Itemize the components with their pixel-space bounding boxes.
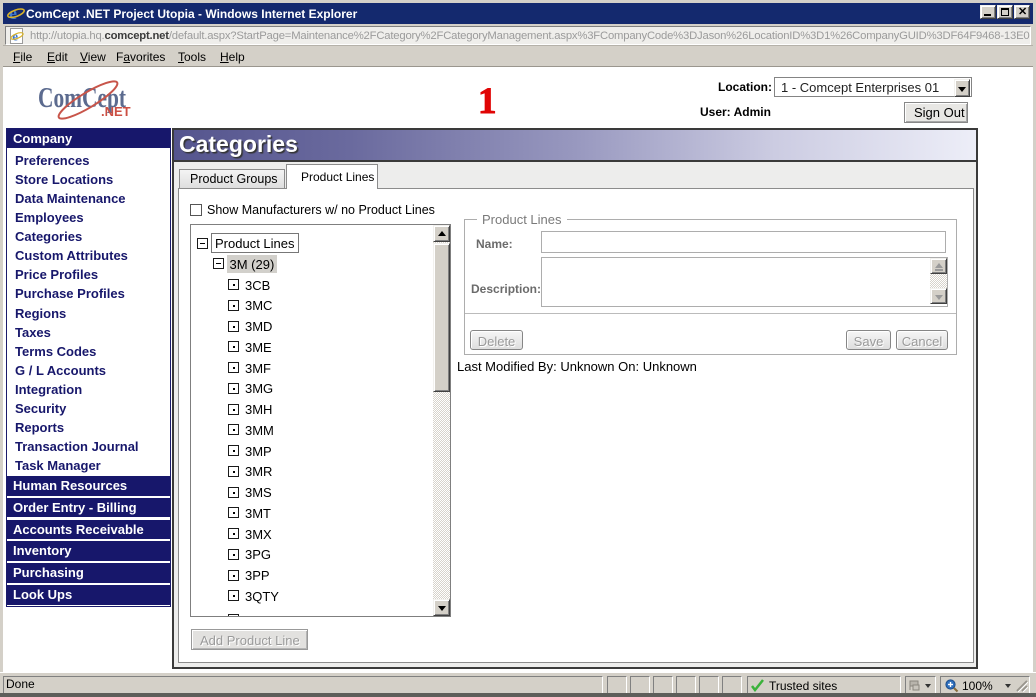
svg-text:e: e <box>12 29 18 44</box>
svg-text:.NET: .NET <box>101 104 131 119</box>
